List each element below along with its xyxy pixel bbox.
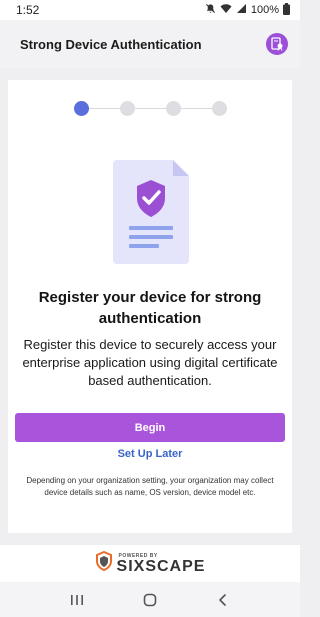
battery-icon: [283, 2, 290, 18]
footer: POWERED BY SIXSCAPE: [0, 545, 300, 582]
step-2-indicator: [120, 101, 135, 116]
certificate-badge-icon[interactable]: [266, 33, 288, 55]
page-heading: Register your device for strong authenti…: [38, 289, 262, 327]
app-bar: Strong Device Authentication: [0, 20, 300, 68]
set-up-later-link[interactable]: Set Up Later: [8, 448, 292, 460]
home-icon[interactable]: [138, 588, 162, 612]
signal-icon: [236, 3, 247, 17]
system-navigation-bar: [0, 582, 300, 617]
sixscape-emblem-icon: [95, 550, 113, 576]
shield-check-document-icon: [113, 160, 189, 264]
status-icons: 100%: [205, 2, 290, 18]
status-time: 1:52: [16, 3, 40, 17]
brand-name: SIXSCAPE: [116, 557, 206, 575]
mute-icon: [205, 3, 216, 17]
step-4-indicator: [212, 101, 227, 116]
recent-apps-icon[interactable]: [65, 588, 89, 612]
page-description: Register this device to securely access …: [22, 337, 278, 388]
app-title: Strong Device Authentication: [20, 36, 202, 52]
progress-stepper: [74, 101, 234, 117]
stepper-track: [82, 108, 226, 109]
privacy-disclaimer: Depending on your organization setting, …: [26, 476, 274, 497]
registration-card: Register your device for strong authenti…: [8, 80, 292, 533]
begin-button[interactable]: Begin: [15, 413, 285, 442]
battery-level: 100%: [250, 4, 279, 16]
sixscape-logo: POWERED BY SIXSCAPE: [95, 550, 206, 576]
back-icon[interactable]: [211, 588, 235, 612]
wifi-icon: [220, 3, 232, 17]
status-bar: 1:52 100%: [0, 0, 300, 20]
step-1-indicator: [74, 101, 89, 116]
step-3-indicator: [166, 101, 181, 116]
